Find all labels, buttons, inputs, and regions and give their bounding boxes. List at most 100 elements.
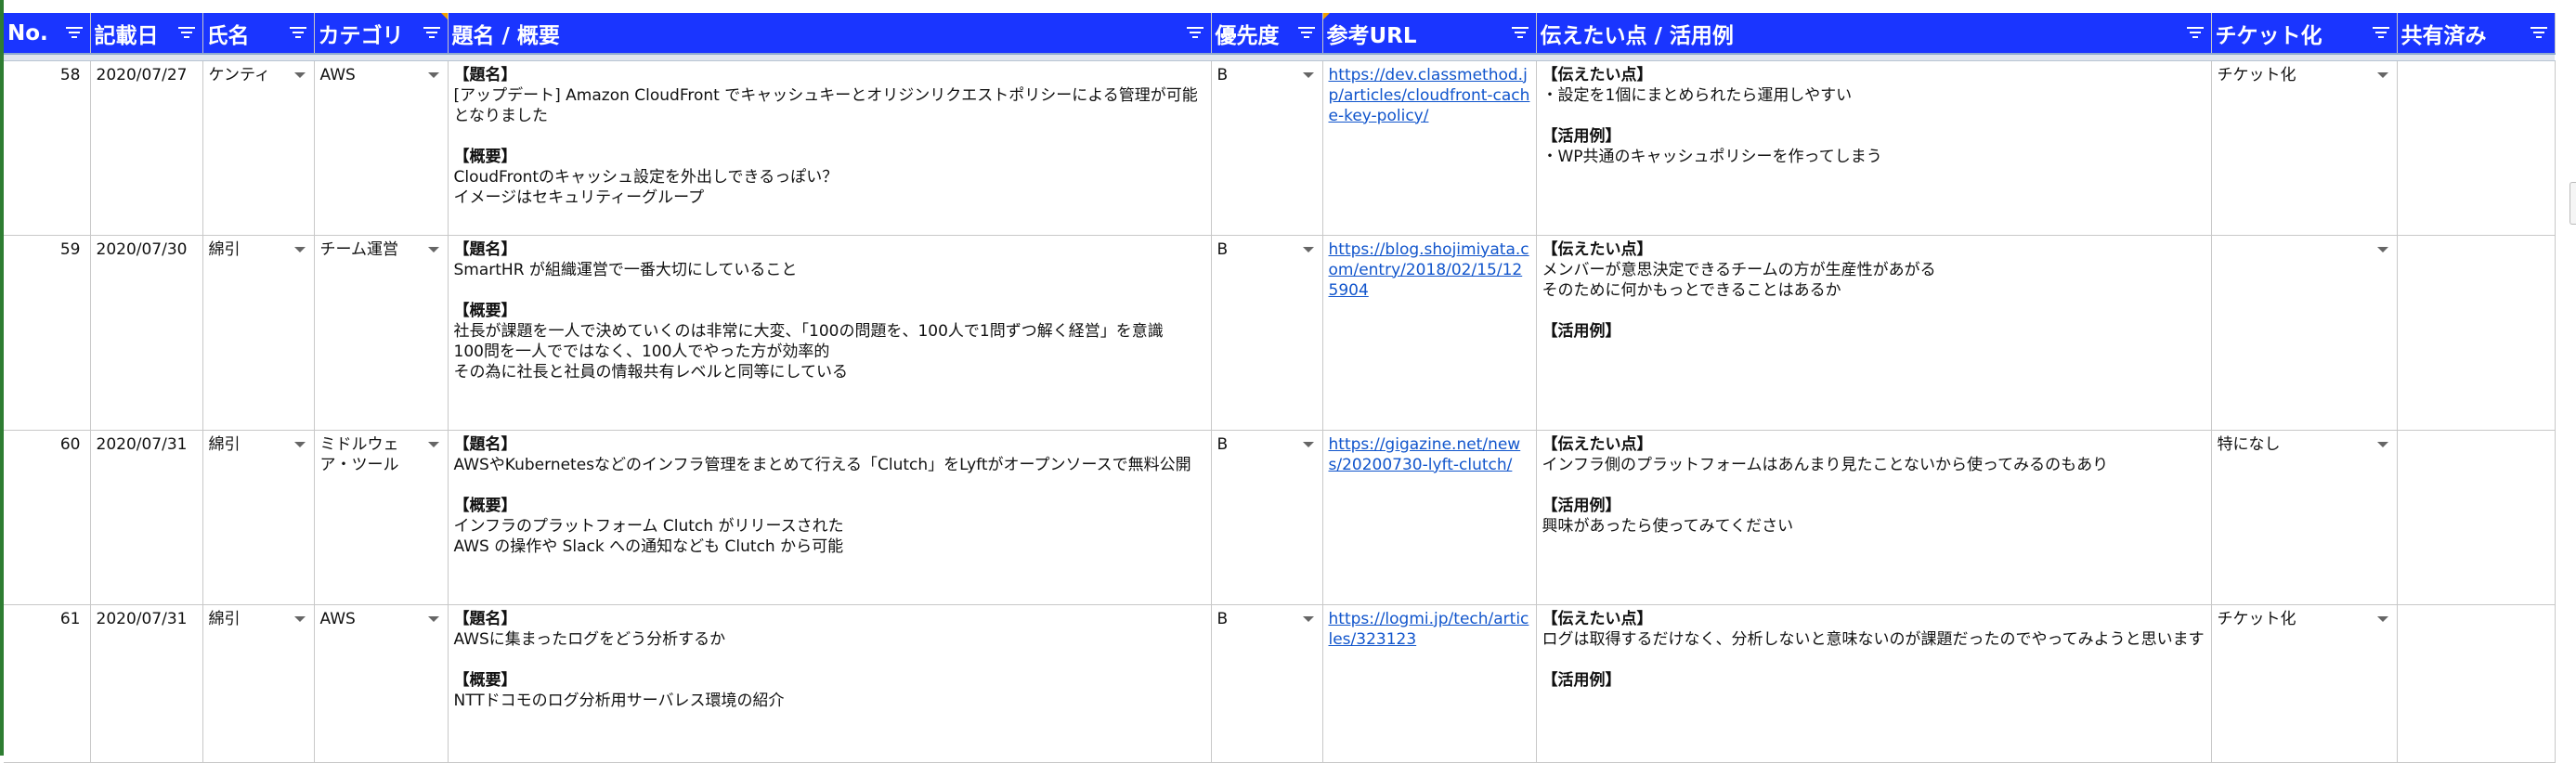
date-value: 2020/07/30	[96, 239, 188, 259]
scrollbar-handle[interactable]	[2569, 182, 2576, 225]
points-label: 【伝えたい点】	[1542, 239, 1653, 259]
cell-name[interactable]: 綿引	[202, 430, 315, 605]
cell-no[interactable]: 58	[4, 60, 91, 236]
row-number: 58	[59, 65, 81, 84]
header-url[interactable]: 参考URL	[1322, 13, 1537, 54]
cell-ticket[interactable]	[2211, 235, 2398, 431]
cell-shared[interactable]	[2397, 430, 2556, 605]
table-row: 59 2020/07/30 綿引 チーム運営 【題名】 SmartHR が組織運…	[4, 235, 2556, 431]
title-text: [アップデート] Amazon CloudFront でキャッシュキーとオリジン…	[453, 85, 1198, 125]
header-label: 氏名	[206, 23, 250, 48]
filter-icon[interactable]	[65, 27, 83, 38]
cell-category[interactable]: AWS	[314, 60, 449, 236]
header-priority[interactable]: 優先度	[1211, 13, 1323, 54]
cell-title[interactable]: 【題名】 [アップデート] Amazon CloudFront でキャッシュキー…	[448, 60, 1212, 236]
cell-no[interactable]: 60	[4, 430, 91, 605]
cell-category[interactable]: ミドルウェア・ツール	[314, 430, 449, 605]
cell-category[interactable]: AWS	[314, 604, 449, 763]
dropdown-arrow-icon[interactable]	[427, 246, 439, 252]
points-text: メンバーが意思決定できるチームの方が生産性があがる そのために何かもっとできるこ…	[1542, 260, 1936, 300]
cell-name[interactable]: ケンティ	[202, 60, 315, 236]
filter-icon[interactable]	[423, 27, 440, 38]
cell-ticket[interactable]: チケット化	[2211, 60, 2398, 236]
cell-points[interactable]: 【伝えたい点】 メンバーが意思決定できるチームの方が生産性があがる そのために何…	[1536, 235, 2212, 431]
dropdown-arrow-icon[interactable]	[427, 71, 439, 78]
header-no[interactable]: No.	[4, 13, 91, 54]
cell-ticket[interactable]: チケット化	[2211, 604, 2398, 763]
cell-category[interactable]: チーム運営	[314, 235, 449, 431]
cell-url[interactable]: https://gigazine.net/news/20200730-lyft-…	[1322, 430, 1537, 605]
dropdown-arrow-icon[interactable]	[2376, 615, 2388, 622]
title-label: 【題名】	[453, 65, 517, 84]
cell-title[interactable]: 【題名】 AWSに集まったログをどう分析するか 【概要】 NTTドコモのログ分析…	[448, 604, 1212, 763]
cell-title[interactable]: 【題名】 AWSやKubernetesなどのインフラ管理をまとめて行える「Clu…	[448, 430, 1212, 605]
dropdown-arrow-icon[interactable]	[2376, 71, 2388, 78]
dropdown-arrow-icon[interactable]	[293, 71, 306, 78]
cell-title[interactable]: 【題名】 SmartHR が組織運営で一番大切にしていること 【概要】 社長が課…	[448, 235, 1212, 431]
reference-link[interactable]: https://logmi.jp/tech/articles/323123	[1329, 610, 1529, 649]
category-value: AWS	[319, 609, 356, 628]
dropdown-arrow-icon[interactable]	[427, 441, 439, 447]
dropdown-arrow-icon[interactable]	[2376, 246, 2388, 252]
dropdown-arrow-icon[interactable]	[1302, 246, 1314, 252]
cell-date[interactable]: 2020/07/30	[90, 235, 203, 431]
cell-name[interactable]: 綿引	[202, 604, 315, 763]
cell-no[interactable]: 61	[4, 604, 91, 763]
header-title[interactable]: 題名 / 概要	[448, 13, 1212, 54]
dropdown-arrow-icon[interactable]	[1302, 441, 1314, 447]
dropdown-arrow-icon[interactable]	[1302, 71, 1314, 78]
cell-priority[interactable]: B	[1211, 430, 1323, 605]
filter-icon[interactable]	[1297, 27, 1315, 38]
cell-url[interactable]: https://blog.shojimiyata.com/entry/2018/…	[1322, 235, 1537, 431]
reference-link[interactable]: https://blog.shojimiyata.com/entry/2018/…	[1329, 240, 1529, 300]
cell-points[interactable]: 【伝えたい点】 ログは取得するだけなく、分析しないと意味ないのが課題だったのでや…	[1536, 604, 2212, 763]
dropdown-arrow-icon[interactable]	[1302, 615, 1314, 622]
cell-url[interactable]: https://logmi.jp/tech/articles/323123	[1322, 604, 1537, 763]
filter-icon[interactable]	[2530, 27, 2547, 38]
cell-no[interactable]: 59	[4, 235, 91, 431]
filter-icon[interactable]	[289, 27, 306, 38]
cell-ticket[interactable]: 特になし	[2211, 430, 2398, 605]
name-value: ケンティ	[208, 65, 270, 84]
cell-priority[interactable]: B	[1211, 604, 1323, 763]
dropdown-arrow-icon[interactable]	[2376, 441, 2388, 447]
cell-points[interactable]: 【伝えたい点】 インフラ側のプラットフォームはあんまり見たことないから使ってみる…	[1536, 430, 2212, 605]
filter-icon[interactable]	[1511, 27, 1529, 38]
cell-points[interactable]: 【伝えたい点】 ・設定を1個にまとめられたら運用しやすい 【活用例】 ・WP共通…	[1536, 60, 2212, 236]
header-ticket[interactable]: チケット化	[2211, 13, 2398, 54]
dropdown-arrow-icon[interactable]	[293, 615, 306, 622]
dropdown-arrow-icon[interactable]	[293, 246, 306, 252]
ticket-value: チケット化	[2217, 65, 2296, 84]
cell-name[interactable]: 綿引	[202, 235, 315, 431]
cell-priority[interactable]: B	[1211, 60, 1323, 236]
header-label: 優先度	[1215, 23, 1280, 48]
points-text: ・設定を1個にまとめられたら運用しやすい	[1542, 85, 1853, 105]
cell-priority[interactable]: B	[1211, 235, 1323, 431]
summary-label: 【概要】	[453, 301, 517, 320]
title-text: AWSに集まったログをどう分析するか	[453, 629, 726, 649]
filter-icon[interactable]	[2186, 27, 2204, 38]
header-shared[interactable]: 共有済み	[2397, 13, 2556, 54]
dropdown-arrow-icon[interactable]	[293, 441, 306, 447]
cell-url[interactable]: https://dev.classmethod.jp/articles/clou…	[1322, 60, 1537, 236]
dropdown-arrow-icon[interactable]	[427, 615, 439, 622]
header-points[interactable]: 伝えたい点 / 活用例	[1536, 13, 2212, 54]
filter-icon[interactable]	[1186, 27, 1203, 38]
cell-date[interactable]: 2020/07/27	[90, 60, 203, 236]
date-value: 2020/07/27	[96, 65, 188, 84]
filter-icon[interactable]	[2372, 27, 2389, 38]
reference-link[interactable]: https://gigazine.net/news/20200730-lyft-…	[1329, 435, 1521, 474]
reference-link[interactable]: https://dev.classmethod.jp/articles/clou…	[1329, 66, 1530, 125]
cell-shared[interactable]	[2397, 235, 2556, 431]
cell-shared[interactable]	[2397, 60, 2556, 236]
header-name[interactable]: 氏名	[202, 13, 315, 54]
cell-shared[interactable]	[2397, 604, 2556, 763]
date-value: 2020/07/31	[96, 434, 188, 454]
filter-icon[interactable]	[177, 27, 195, 38]
cell-date[interactable]: 2020/07/31	[90, 604, 203, 763]
row-number: 59	[59, 239, 81, 259]
cell-date[interactable]: 2020/07/31	[90, 430, 203, 605]
header-category[interactable]: カテゴリ	[314, 13, 449, 54]
row-number: 60	[59, 434, 81, 454]
header-date[interactable]: 記載日	[90, 13, 203, 54]
